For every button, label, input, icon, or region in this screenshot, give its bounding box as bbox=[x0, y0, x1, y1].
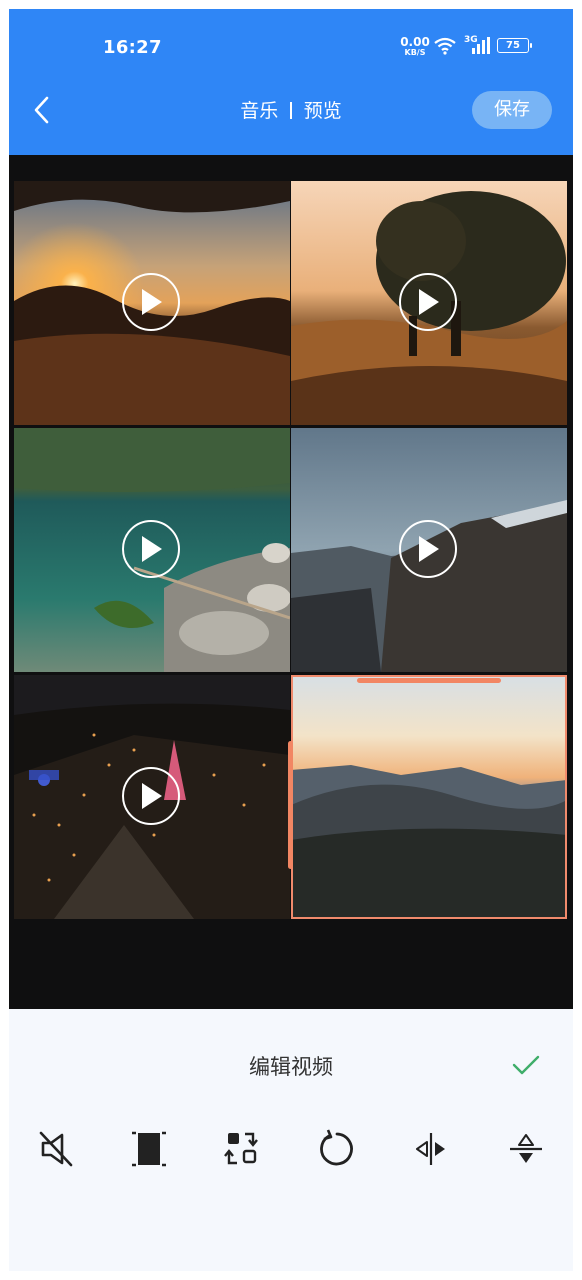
app-frame: 16:27 0.00 KB/S 3G 75 音乐 预览 保存 编辑视频 bbox=[9, 9, 573, 1271]
replace-button[interactable] bbox=[219, 1127, 263, 1171]
network-speed: 0.00 KB/S bbox=[400, 35, 430, 57]
clip-thumbnail[interactable] bbox=[291, 428, 567, 672]
play-icon[interactable] bbox=[122, 273, 180, 331]
crop-button[interactable] bbox=[127, 1127, 171, 1171]
trim-handle-left[interactable] bbox=[288, 741, 293, 869]
signal-icon: 3G bbox=[464, 35, 490, 55]
clip-thumbnail[interactable] bbox=[14, 428, 290, 672]
panel-title: 编辑视频 bbox=[249, 1055, 333, 1079]
play-icon[interactable] bbox=[122, 520, 180, 578]
save-button[interactable]: 保存 bbox=[472, 91, 552, 129]
flip-horizontal-button[interactable] bbox=[409, 1127, 453, 1171]
play-icon[interactable] bbox=[399, 520, 457, 578]
tab-preview[interactable]: 预览 bbox=[304, 100, 342, 122]
play-icon[interactable] bbox=[399, 273, 457, 331]
edit-panel: 编辑视频 bbox=[9, 1009, 573, 1271]
battery-icon: 75 bbox=[497, 38, 532, 53]
trim-handle-top[interactable] bbox=[357, 678, 501, 683]
replace-icon bbox=[224, 1132, 258, 1165]
crop-icon bbox=[132, 1131, 166, 1167]
rotate-button[interactable] bbox=[315, 1127, 359, 1171]
clip-thumbnail-selected[interactable] bbox=[291, 675, 567, 919]
flip-vertical-icon bbox=[510, 1134, 542, 1163]
mute-icon bbox=[39, 1131, 73, 1167]
wifi-icon bbox=[434, 37, 456, 55]
flip-horizontal-icon bbox=[416, 1133, 445, 1165]
rotate-icon bbox=[320, 1129, 353, 1166]
status-time: 16:27 bbox=[103, 37, 162, 58]
confirm-button[interactable] bbox=[511, 1053, 541, 1077]
clip-thumbnail[interactable] bbox=[14, 181, 290, 425]
flip-vertical-button[interactable] bbox=[504, 1127, 548, 1171]
tab-music[interactable]: 音乐 bbox=[240, 100, 278, 122]
clip-thumbnail[interactable] bbox=[291, 181, 567, 425]
selection-border bbox=[291, 675, 567, 919]
mute-button[interactable] bbox=[35, 1127, 79, 1171]
top-bar: 16:27 0.00 KB/S 3G 75 音乐 预览 保存 bbox=[9, 9, 573, 155]
play-icon[interactable] bbox=[122, 767, 180, 825]
clip-thumbnail[interactable] bbox=[14, 675, 290, 919]
tab-divider bbox=[290, 102, 292, 119]
clip-grid bbox=[14, 181, 567, 919]
check-icon bbox=[512, 1055, 540, 1075]
